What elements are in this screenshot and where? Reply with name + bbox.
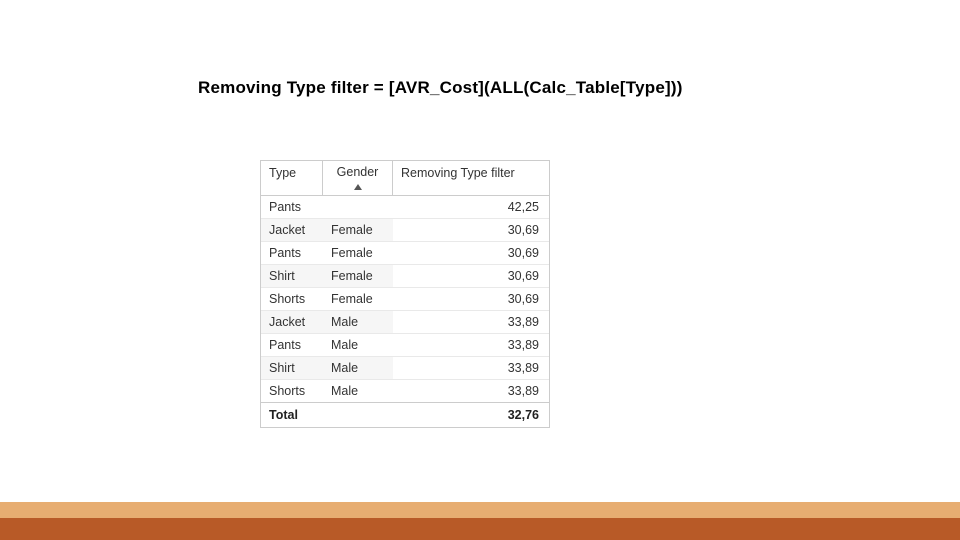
col-header-value-label: Removing Type filter	[401, 166, 515, 180]
cell-type: Pants	[261, 196, 323, 218]
table-row[interactable]: Pants Male 33,89	[261, 334, 549, 357]
cell-gender: Male	[323, 334, 393, 356]
col-header-gender[interactable]: Gender	[323, 161, 393, 195]
cell-type: Jacket	[261, 311, 323, 333]
table-row[interactable]: Jacket Female 30,69	[261, 219, 549, 242]
cell-type: Pants	[261, 334, 323, 356]
total-value: 32,76	[393, 403, 549, 427]
page-title: Removing Type filter = [AVR_Cost](ALL(Ca…	[198, 78, 683, 98]
footer-decoration	[0, 490, 960, 540]
cell-value: 33,89	[393, 357, 549, 379]
col-header-gender-label: Gender	[337, 166, 379, 179]
cell-type: Shorts	[261, 288, 323, 310]
cell-type: Shorts	[261, 380, 323, 402]
col-header-type[interactable]: Type	[261, 161, 323, 195]
slide: Removing Type filter = [AVR_Cost](ALL(Ca…	[0, 0, 960, 540]
cell-gender: Female	[323, 242, 393, 264]
cell-value: 30,69	[393, 219, 549, 241]
table-row[interactable]: Jacket Male 33,89	[261, 311, 549, 334]
cell-type: Shirt	[261, 265, 323, 287]
cell-value: 33,89	[393, 334, 549, 356]
cell-gender: Female	[323, 219, 393, 241]
cell-value: 33,89	[393, 380, 549, 402]
total-gender	[323, 403, 393, 427]
footer-band-rust	[0, 518, 960, 540]
table-row[interactable]: Pants Female 30,69	[261, 242, 549, 265]
cell-value: 30,69	[393, 242, 549, 264]
cell-type: Pants	[261, 242, 323, 264]
cell-gender: Male	[323, 311, 393, 333]
col-header-value[interactable]: Removing Type filter	[393, 161, 549, 195]
table-row[interactable]: Shirt Female 30,69	[261, 265, 549, 288]
col-header-type-label: Type	[269, 166, 296, 180]
cell-gender: Female	[323, 265, 393, 287]
table-row[interactable]: Shorts Male 33,89	[261, 380, 549, 402]
cell-type: Jacket	[261, 219, 323, 241]
matrix-body: Pants 42,25 Jacket Female 30,69 Pants Fe…	[261, 196, 549, 402]
total-label: Total	[261, 403, 323, 427]
cell-value: 30,69	[393, 288, 549, 310]
cell-gender: Male	[323, 357, 393, 379]
matrix-total-row[interactable]: Total 32,76	[261, 402, 549, 427]
table-row[interactable]: Shirt Male 33,89	[261, 357, 549, 380]
matrix-header: Type Gender Removing Type filter	[261, 161, 549, 196]
cell-value: 30,69	[393, 265, 549, 287]
matrix-visual[interactable]: Type Gender Removing Type filter Pants 4…	[260, 160, 550, 428]
sort-asc-icon	[354, 184, 362, 190]
table-row[interactable]: Shorts Female 30,69	[261, 288, 549, 311]
cell-gender: Female	[323, 288, 393, 310]
cell-value: 33,89	[393, 311, 549, 333]
cell-gender	[323, 196, 393, 218]
table-row[interactable]: Pants 42,25	[261, 196, 549, 219]
cell-type: Shirt	[261, 357, 323, 379]
cell-value: 42,25	[393, 196, 549, 218]
cell-gender: Male	[323, 380, 393, 402]
